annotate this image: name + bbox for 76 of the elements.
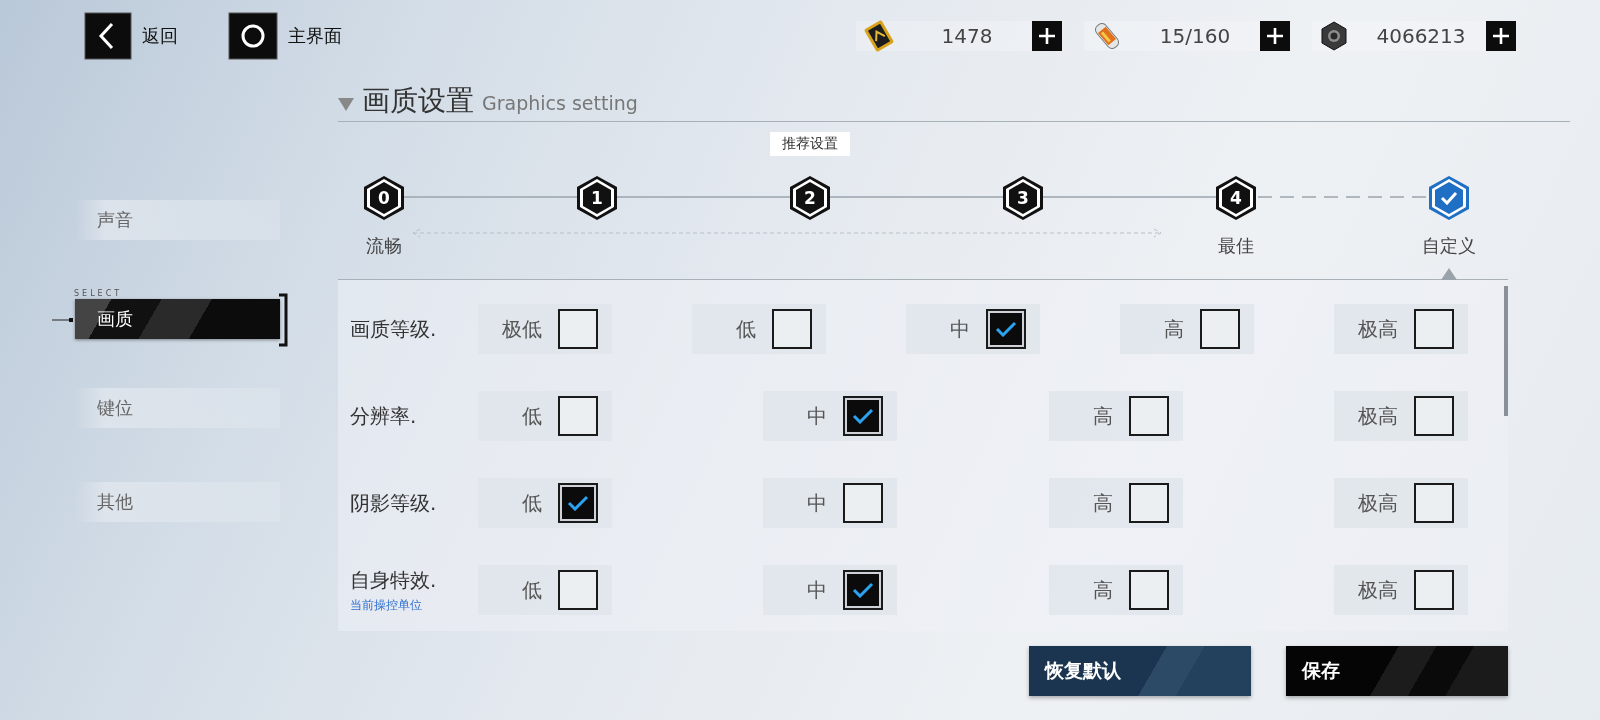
select-caption: SELECT [74,289,124,299]
reset-button[interactable]: 恢复默认 [1029,646,1251,696]
save-button[interactable]: 保存 [1286,646,1508,696]
preset-label: 最佳 [1218,235,1254,256]
option-label: 极低 [502,315,542,343]
option-label: 极高 [1358,489,1398,517]
add-button[interactable] [1032,21,1062,51]
option-label: 高 [1164,315,1184,343]
back-button[interactable]: 返回 [84,12,178,60]
option-label: 低 [736,315,756,343]
check-icon [852,408,875,424]
setting-label: 自身特效. [350,566,438,594]
option-label: 中 [807,402,828,430]
selection-pointer-icon [1441,268,1457,280]
home-icon [228,12,278,60]
plus-icon [1038,27,1056,45]
option-label: 中 [807,489,828,517]
option-label: 低 [522,489,542,517]
checkbox[interactable] [1414,396,1454,436]
option-label: 低 [522,402,542,430]
nut-icon [1318,20,1350,52]
checkbox[interactable] [1128,396,1169,436]
collapse-triangle-icon [338,98,354,111]
preset-badge[interactable]: 0 [364,176,404,220]
checkbox[interactable] [843,396,884,436]
sidebar-item[interactable]: 画质 [75,299,280,339]
checkbox[interactable] [558,309,598,349]
check-icon [1440,191,1458,205]
preset-badge[interactable]: 2 [790,176,830,220]
check-icon [852,582,875,598]
plus-icon [1266,27,1284,45]
option-label: 高 [1092,489,1113,517]
preset-badge[interactable]: 1 [577,176,617,220]
option-label: 高 [1092,576,1113,604]
home-button[interactable]: 主界面 [228,12,342,60]
recommended-tooltip: 推荐设置 [770,132,850,156]
section-title: 画质设置 [362,83,474,119]
back-icon [84,12,132,60]
checkbox[interactable] [1414,570,1454,610]
preset-badge[interactable]: 3 [1003,176,1043,220]
option-label: 极高 [1358,402,1398,430]
currency-amount: 15/160 [1158,24,1232,48]
section-subtitle: Graphics setting [482,92,638,114]
preset-label: 流畅 [366,235,402,256]
add-button[interactable] [1260,21,1290,51]
option-label: 高 [1092,402,1113,430]
add-button[interactable] [1486,21,1516,51]
check-icon [567,495,589,511]
checkbox[interactable] [843,483,884,523]
plus-icon [1492,27,1510,45]
checkbox[interactable] [558,396,598,436]
option-label: 极高 [1358,315,1398,343]
checkbox[interactable] [772,309,812,349]
scrollbar[interactable] [1504,286,1508,416]
checkbox[interactable] [843,570,884,610]
currency-amount: 1478 [940,24,994,48]
setting-label: 阴影等级. [350,489,438,517]
setting-note: 当前操控单位 [350,596,423,614]
check-icon [995,321,1017,337]
option-label: 低 [522,576,542,604]
preset-badge[interactable]: 4 [1216,176,1256,220]
checkbox[interactable] [1414,483,1454,523]
option-label: 中 [807,576,828,604]
checkbox[interactable] [558,570,598,610]
preset-label: 自定义 [1422,235,1476,256]
option-label: 极高 [1358,576,1398,604]
currency-amount: 4066213 [1375,24,1467,48]
checkbox[interactable] [1414,309,1454,349]
setting-label: 画质等级. [350,315,438,343]
checkbox[interactable] [1128,570,1169,610]
checkbox[interactable] [986,309,1026,349]
checkbox[interactable] [1200,309,1240,349]
option-label: 中 [950,315,970,343]
setting-label: 分辨率. [350,402,418,430]
checkbox[interactable] [558,483,598,523]
checkbox[interactable] [1128,483,1169,523]
